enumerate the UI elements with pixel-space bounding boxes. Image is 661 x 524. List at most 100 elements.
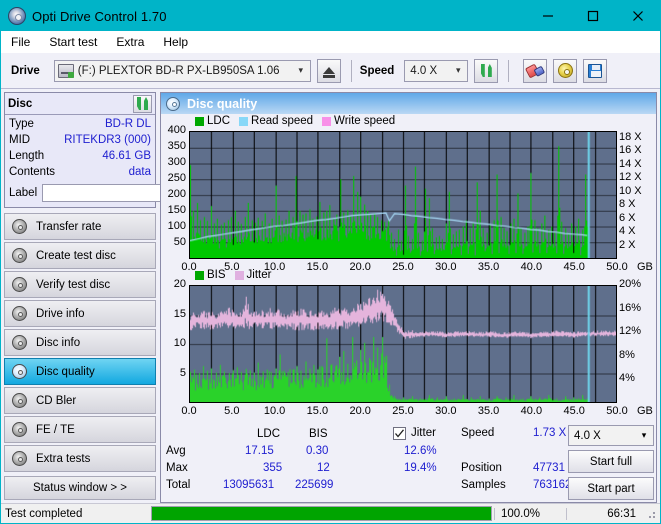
title-bar: Opti Drive Control 1.70 [1,1,660,31]
top-chart-ytick-right: 16 X [619,144,642,157]
disc-icon [12,306,27,321]
nav-list: Transfer rate Create test disc Verify te… [4,213,156,472]
top-chart-xlabel: GB [637,261,653,273]
speed-key: Speed [461,427,495,439]
disc-label-key: Label [9,187,38,199]
sidebar-item-verify-test-disc[interactable]: Verify test disc [4,271,156,298]
maximize-icon[interactable] [570,1,615,31]
top-chart-ytick-left: 50 [173,236,186,248]
top-chart-xtick: 45.0 [563,261,585,273]
speed-select[interactable]: 4.0 X ▾ [404,59,469,82]
disc-refresh-button[interactable] [133,94,152,113]
sidebar-item-fe-te[interactable]: FE / TE [4,416,156,443]
legend-swatch-icon [195,270,204,280]
sidebar-item-extra-tests[interactable]: Extra tests [4,445,156,472]
status-bar: Test completed 100.0% 66:31 [1,503,660,523]
resize-grip-icon[interactable] [644,507,658,521]
disc-icon [12,364,27,379]
save-icon [588,63,603,78]
bottom-chart-ytick-right: 4% [619,372,635,385]
refresh-icon [135,96,150,111]
top-chart-xtick: 15.0 [306,261,329,273]
test-speed-select[interactable]: 4.0 X ▾ [568,425,654,446]
bottom-chart-xtick: 5.0 [224,405,240,417]
disc-row-value: data [128,166,151,178]
legend-bottom-chart: BIS Jitter [195,269,276,281]
legend-label: LDC [207,115,231,127]
drive-toolbar: Drive (F:) PLEXTOR BD-R PX-LB950SA 1.06 … [1,53,660,89]
legend-label: Write speed [334,115,396,127]
status-window-button[interactable]: Status window > > [4,476,156,500]
stats-row-max-ldc: 355 [263,462,283,474]
eraser-icon [524,61,546,80]
eject-button[interactable] [316,58,341,83]
bottom-chart-xtick: 15.0 [306,405,329,417]
start-part-button[interactable]: Start part [568,477,654,500]
refresh-button[interactable] [474,58,499,83]
top-chart-ytick-right: 8 X [619,198,636,211]
samples-value: 763162 [533,479,572,491]
drive-select[interactable]: (F:) PLEXTOR BD-R PX-LB950SA 1.06 ▾ [53,59,311,82]
bottom-chart-xtick: 25.0 [392,405,414,417]
stats-row-total-bis: 225699 [295,479,334,491]
jitter-avg: 12.6% [404,445,437,457]
chevron-down-icon: ▾ [456,65,461,75]
close-icon[interactable] [615,1,660,31]
disc-row-key: Length [9,150,45,162]
legend-item-write-speed: Write speed [322,115,395,127]
legend-item-ldc: LDC [195,115,230,127]
top-chart-ytick-left: 400 [167,124,186,136]
position-key: Position [461,462,502,474]
disc-icon [12,422,27,437]
bottom-chart-xtick: 10.0 [263,405,286,417]
status-text: Test completed [5,507,83,520]
menu-item-help[interactable]: Help [163,33,197,51]
save-button[interactable] [583,58,608,83]
menu-item-start-test[interactable]: Start test [49,33,106,51]
disc-row-length: Length 46.61 GB [9,149,151,164]
sidebar-item-create-test-disc[interactable]: Create test disc [4,242,156,269]
sidebar-item-drive-info[interactable]: Drive info [4,300,156,327]
disc-row-value: RITEKDR3 (000) [64,134,151,146]
top-chart-xtick: 20.0 [349,261,371,273]
disc-row-mid: MID RITEKDR3 (000) [9,133,151,148]
sidebar-item-disc-info[interactable]: Disc info [4,329,156,356]
page-title: Disc quality [187,96,258,111]
sidebar-item-label: Drive info [36,307,85,320]
bottom-chart-xtick: 20.0 [349,405,371,417]
minimize-icon[interactable] [525,1,570,31]
menu-item-extra[interactable]: Extra [116,33,153,51]
sidebar-item-cd-bler[interactable]: CD Bler [4,387,156,414]
refresh-icon [479,63,494,78]
stats-row-total-ldc: 13095631 [223,479,275,491]
disc-label-row: Label [9,183,213,203]
bottom-chart-plot[interactable] [189,285,617,403]
disc-icon [12,219,27,234]
start-full-button[interactable]: Start full [568,450,654,473]
stats-row-avg-key: Avg [166,445,186,457]
sidebar-item-transfer-rate[interactable]: Transfer rate [4,213,156,240]
disc-icon [12,451,27,466]
disc-tools-button[interactable] [553,58,578,83]
top-chart-plot[interactable] [189,131,617,259]
speed-label: Speed [359,64,395,77]
menu-bar: File Start test Extra Help [1,31,660,53]
window-title: Opti Drive Control 1.70 [32,8,167,24]
sidebar-item-label: CD Bler [36,394,77,407]
menu-item-file[interactable]: File [11,33,39,51]
stats-col-ldc: LDC [257,428,281,440]
bottom-chart-ytick-right: 12% [619,325,642,338]
top-chart-ytick-right: 6 X [619,211,636,224]
top-chart-ytick-left: 350 [167,140,186,152]
disc-info-panel: Disc Type BD-R DL MID RITEKDR3 (000) Len… [4,92,213,208]
jitter-max: 19.4% [404,462,437,474]
stats-row-avg-ldc: 17.15 [245,445,274,457]
disc-rows: Type BD-R DL MID RITEKDR3 (000) Length 4… [5,115,213,207]
jitter-checkbox[interactable] [393,427,406,440]
top-chart-ytick-left: 250 [167,172,186,184]
stats-panel: LDC BIS Avg 17.15 0.30 Max 355 12 Total … [161,422,656,502]
sidebar-item-disc-quality[interactable]: Disc quality [4,358,156,385]
bottom-chart-xtick: 40.0 [520,405,543,417]
app-icon [8,7,26,25]
erase-button[interactable] [523,58,548,83]
